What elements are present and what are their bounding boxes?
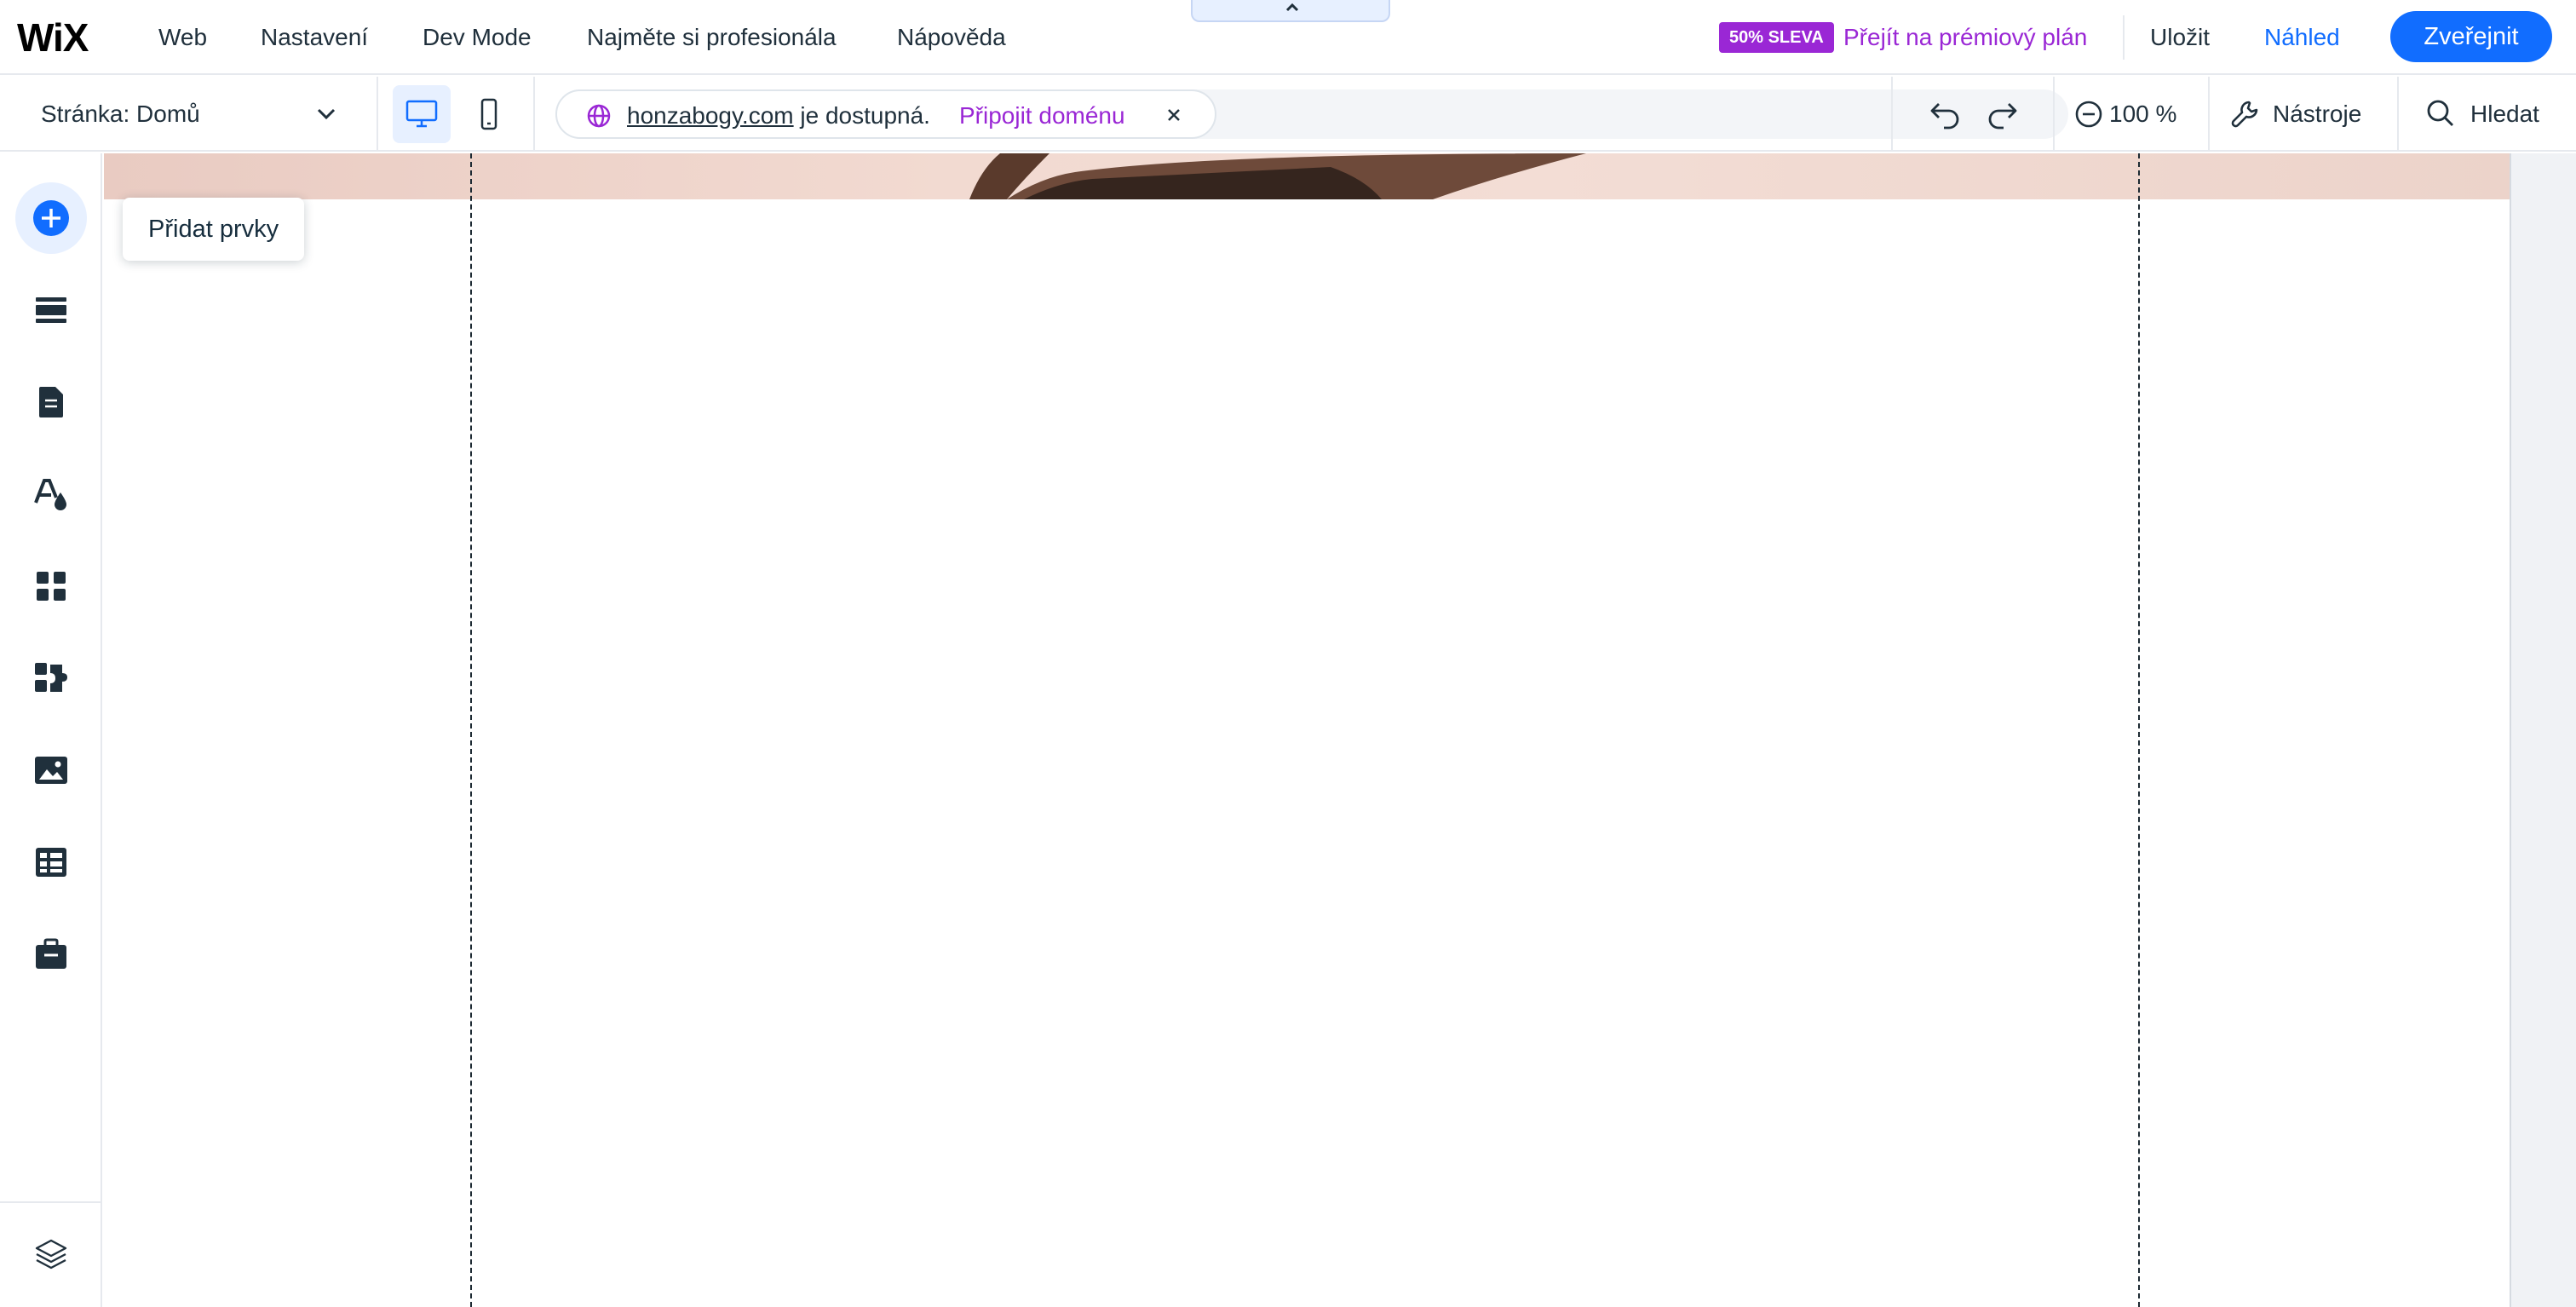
layers-icon	[35, 1239, 67, 1270]
grid-guide-left	[470, 153, 472, 1307]
plus-circle-icon	[33, 200, 69, 236]
preview-button[interactable]: Náhled	[2264, 20, 2340, 55]
tools-label: Nástroje	[2273, 101, 2362, 127]
domain-status-text: honzabogy.com je dostupná.	[627, 99, 930, 133]
page-icon	[39, 387, 63, 417]
divider	[2053, 77, 2055, 152]
hero-image-fragment	[969, 153, 1586, 199]
zoom-out-icon	[2075, 101, 2102, 128]
divider	[533, 77, 535, 152]
page-selector-label: Stránka: Domů	[41, 101, 200, 127]
media-button[interactable]	[15, 734, 87, 806]
menu-hire-professional[interactable]: Najměte si profesionála	[587, 20, 837, 55]
wrench-icon	[2231, 101, 2258, 128]
chevron-up-icon	[1285, 3, 1299, 12]
close-icon	[1168, 109, 1180, 121]
connect-domain-link[interactable]: Připojit doménu	[959, 99, 1125, 133]
mobile-view-button[interactable]	[460, 85, 518, 143]
search-label: Hledat	[2470, 101, 2539, 127]
pages-button[interactable]	[15, 366, 87, 438]
zoom-control[interactable]: 100 %	[2073, 77, 2208, 152]
design-button[interactable]	[15, 458, 87, 530]
image-icon	[35, 757, 67, 784]
editor-canvas[interactable]	[104, 153, 2510, 1307]
desktop-icon	[405, 100, 438, 128]
add-elements-tooltip: Přidat prvky	[123, 198, 305, 261]
wix-logo-text: WiX	[17, 15, 89, 58]
domain-bar: honzabogy.com je dostupná. Připojit domé…	[555, 89, 2068, 139]
left-toolbar	[0, 153, 102, 1307]
divider	[0, 1201, 102, 1203]
puzzle-icon	[35, 663, 67, 692]
cms-button[interactable]	[15, 826, 87, 898]
business-apps-button[interactable]	[15, 642, 87, 714]
divider	[2208, 77, 2210, 152]
layers-button[interactable]	[15, 1218, 87, 1290]
menu-settings[interactable]: Nastavení	[261, 20, 368, 55]
editor-toolbar: Stránka: Domů honzabogy.com je dostupná.…	[0, 77, 2576, 152]
domain-availability-notice: honzabogy.com je dostupná. Připojit domé…	[555, 89, 1216, 139]
divider	[2123, 15, 2125, 60]
chevron-down-icon	[317, 108, 336, 120]
search-icon	[2427, 100, 2453, 126]
undo-button[interactable]	[1927, 95, 1964, 133]
top-bar: WiX Web Nastavení Dev Mode Najměte si pr…	[0, 0, 2576, 75]
globe-icon	[587, 104, 611, 128]
domain-status-label: je dostupná.	[800, 102, 930, 129]
tools-button[interactable]: Nástroje	[2228, 77, 2365, 152]
briefcase-icon	[36, 938, 66, 969]
theme-icon	[34, 479, 66, 510]
divider	[2397, 77, 2399, 152]
apps-button[interactable]	[15, 550, 87, 622]
domain-name-link[interactable]: honzabogy.com	[627, 102, 794, 129]
sale-badge: 50% SLEVA	[1719, 22, 1834, 53]
apps-icon	[37, 572, 66, 601]
upgrade-premium-link[interactable]: Přejít na prémiový plán	[1843, 20, 2087, 55]
menu-web[interactable]: Web	[158, 20, 207, 55]
desktop-view-button[interactable]	[393, 85, 451, 143]
sections-icon	[36, 297, 66, 323]
table-icon	[36, 848, 66, 877]
grid-guide-right	[2138, 153, 2140, 1307]
wix-logo[interactable]: WiX	[17, 15, 106, 58]
search-button[interactable]: Hledat	[2424, 77, 2569, 152]
portfolio-button[interactable]	[15, 918, 87, 990]
redo-icon	[1988, 103, 2017, 130]
add-elements-button[interactable]	[15, 182, 87, 254]
page-selector[interactable]: Stránka: Domů	[0, 77, 378, 152]
sections-button[interactable]	[15, 274, 87, 346]
redo-button[interactable]	[1983, 95, 2021, 133]
publish-button[interactable]: Zveřejnit	[2390, 11, 2552, 62]
canvas-gutter	[2510, 153, 2576, 1307]
save-button[interactable]: Uložit	[2150, 20, 2210, 55]
mobile-icon	[480, 98, 497, 130]
undo-icon	[1930, 103, 1959, 130]
close-domain-notice-button[interactable]	[1159, 100, 1189, 130]
menu-dev-mode[interactable]: Dev Mode	[423, 20, 532, 55]
collapse-toolbar-tab[interactable]	[1191, 0, 1390, 22]
divider	[1891, 77, 1893, 152]
zoom-level: 100 %	[2109, 101, 2177, 127]
menu-help[interactable]: Nápověda	[897, 20, 1006, 55]
